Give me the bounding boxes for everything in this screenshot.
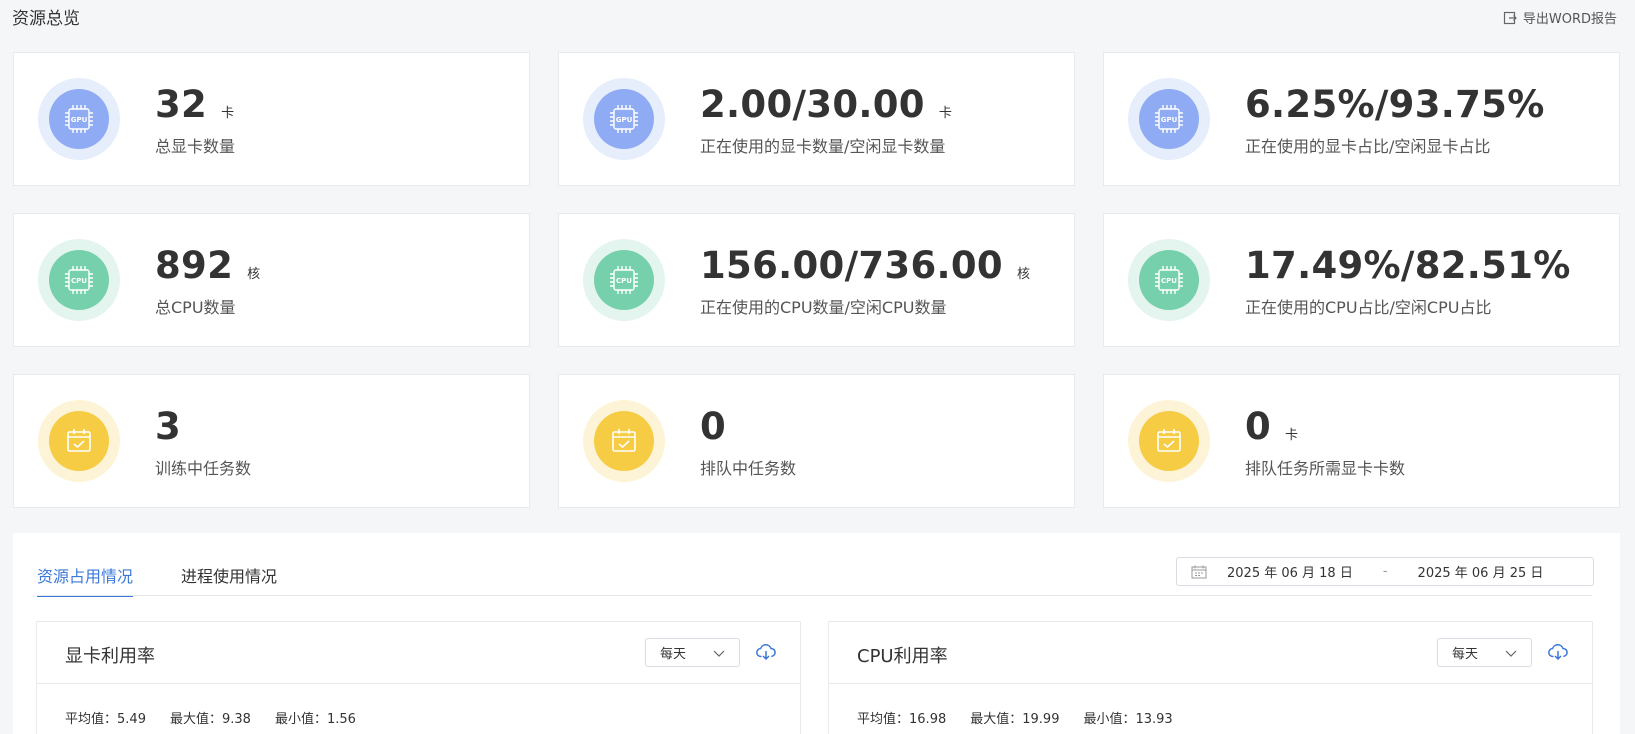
- stat-unit: 卡: [221, 106, 235, 121]
- stat-value: 892: [155, 244, 234, 287]
- svg-text:CPU: CPU: [71, 277, 87, 285]
- period-value: 每天: [1452, 647, 1479, 662]
- stat-max: 最大值：19.99: [970, 712, 1060, 727]
- stat-label: 训练中任务数: [155, 459, 252, 478]
- period-select[interactable]: 每天: [645, 638, 740, 667]
- date-separator: -: [1382, 564, 1388, 579]
- svg-text:CPU: CPU: [616, 277, 632, 285]
- stat-unit: 卡: [1285, 428, 1299, 443]
- stat-label: 正在使用的CPU占比/空闲CPU占比: [1245, 298, 1492, 317]
- stat-unit: 卡: [938, 106, 952, 121]
- tab-resource-usage[interactable]: 资源占用情况: [37, 563, 134, 597]
- chart-title: CPU利用率: [857, 646, 948, 667]
- stat-card-gpu-ratio: GPU 6.25%/93.75% 正在使用的显卡占比/空闲显卡占比: [1103, 52, 1620, 186]
- stat-card-total-gpu: GPU 32 卡 总显卡数量: [13, 52, 530, 186]
- stat-card-training-tasks: 3 训练中任务数: [13, 374, 530, 508]
- stat-card-gpu-usage: GPU 2.00/30.00 卡 正在使用的显卡数量/空闲显卡数量: [558, 52, 1075, 186]
- stat-card-cpu-ratio: CPU 17.49%/82.51% 正在使用的CPU占比/空闲CPU占比: [1103, 213, 1620, 347]
- stat-label: 正在使用的CPU数量/空闲CPU数量: [700, 298, 947, 317]
- chevron-down-icon: [1505, 650, 1517, 657]
- stat-value: 156.00/736.00: [700, 244, 1003, 287]
- stat-value: 6.25%/93.75%: [1245, 83, 1545, 126]
- stat-label: 正在使用的显卡数量/空闲显卡数量: [700, 137, 946, 156]
- stat-card-queued-tasks: 0 排队中任务数: [558, 374, 1075, 508]
- export-icon: [1503, 11, 1517, 24]
- tabs-divider: [37, 595, 1592, 596]
- cpu-utilization-card: CPU利用率 每天 平均值：16.98 最大值：19.99 最小值：13.93: [828, 621, 1593, 734]
- tab-bar: 资源占用情况 进程使用情况: [37, 563, 277, 597]
- stat-avg: 平均值：16.98: [857, 712, 947, 727]
- chevron-down-icon: [713, 650, 725, 657]
- svg-text:CPU: CPU: [1161, 277, 1177, 285]
- tab-process-usage[interactable]: 进程使用情况: [181, 563, 277, 597]
- stat-label: 排队任务所需显卡卡数: [1245, 459, 1406, 478]
- chart-stats: 平均值：5.49 最大值：9.38 最小值：1.56: [65, 708, 356, 727]
- export-word-button[interactable]: 导出WORD报告: [1503, 8, 1617, 27]
- stat-value: 3: [155, 405, 182, 448]
- page-title: 资源总览: [12, 9, 80, 29]
- resource-panel: 资源占用情况 进程使用情况 2025 年 06 月 18 日 - 2025 年 …: [13, 533, 1620, 734]
- stat-label: 排队中任务数: [700, 459, 797, 478]
- stat-card-total-cpu: CPU 892 核 总CPU数量: [13, 213, 530, 347]
- stat-label: 正在使用的显卡占比/空闲显卡占比: [1245, 137, 1491, 156]
- stat-card-cpu-usage: CPU 156.00/736.00 核 正在使用的CPU数量/空闲CPU数量: [558, 213, 1075, 347]
- gpu-utilization-card: 显卡利用率 每天 平均值：5.49 最大值：9.38 最小值：1.56: [36, 621, 801, 734]
- stat-label: 总CPU数量: [155, 298, 236, 317]
- svg-text:GPU: GPU: [71, 116, 88, 124]
- stat-card-queued-gpu-demand: 0卡 排队任务所需显卡卡数: [1103, 374, 1620, 508]
- cloud-download-icon[interactable]: [1548, 642, 1568, 662]
- stat-avg: 平均值：5.49: [65, 712, 146, 727]
- svg-text:GPU: GPU: [1161, 116, 1178, 124]
- chart-title: 显卡利用率: [65, 646, 155, 667]
- stat-min: 最小值：13.93: [1083, 712, 1173, 727]
- calendar-icon: [1191, 565, 1207, 578]
- stat-value: 32: [155, 83, 208, 126]
- calendar-check-icon: [594, 411, 654, 471]
- stat-max: 最大值：9.38: [169, 712, 251, 727]
- period-select[interactable]: 每天: [1437, 638, 1532, 667]
- date-start[interactable]: 2025 年 06 月 18 日: [1227, 562, 1353, 581]
- stat-value: 0: [700, 405, 727, 448]
- stat-value: 0: [1245, 405, 1272, 448]
- calendar-check-icon: [1139, 411, 1199, 471]
- export-label: 导出WORD报告: [1522, 12, 1617, 27]
- stat-value: 17.49%/82.51%: [1245, 244, 1571, 287]
- cpu-icon: CPU: [1139, 250, 1199, 310]
- cpu-icon: CPU: [594, 250, 654, 310]
- stat-min: 最小值：1.56: [274, 712, 356, 727]
- date-range-picker[interactable]: 2025 年 06 月 18 日 - 2025 年 06 月 25 日: [1176, 557, 1594, 586]
- stat-unit: 核: [1016, 267, 1030, 282]
- cpu-icon: CPU: [49, 250, 109, 310]
- period-value: 每天: [660, 647, 687, 662]
- cloud-download-icon[interactable]: [756, 642, 776, 662]
- date-end[interactable]: 2025 年 06 月 25 日: [1418, 562, 1544, 581]
- gpu-icon: GPU: [594, 89, 654, 149]
- stat-unit: 核: [247, 267, 261, 282]
- gpu-icon: GPU: [49, 89, 109, 149]
- stat-value: 2.00/30.00: [700, 83, 925, 126]
- stat-label: 总显卡数量: [155, 137, 236, 156]
- gpu-icon: GPU: [1139, 89, 1199, 149]
- calendar-check-icon: [49, 411, 109, 471]
- svg-text:GPU: GPU: [616, 116, 633, 124]
- chart-stats: 平均值：16.98 最大值：19.99 最小值：13.93: [857, 708, 1173, 727]
